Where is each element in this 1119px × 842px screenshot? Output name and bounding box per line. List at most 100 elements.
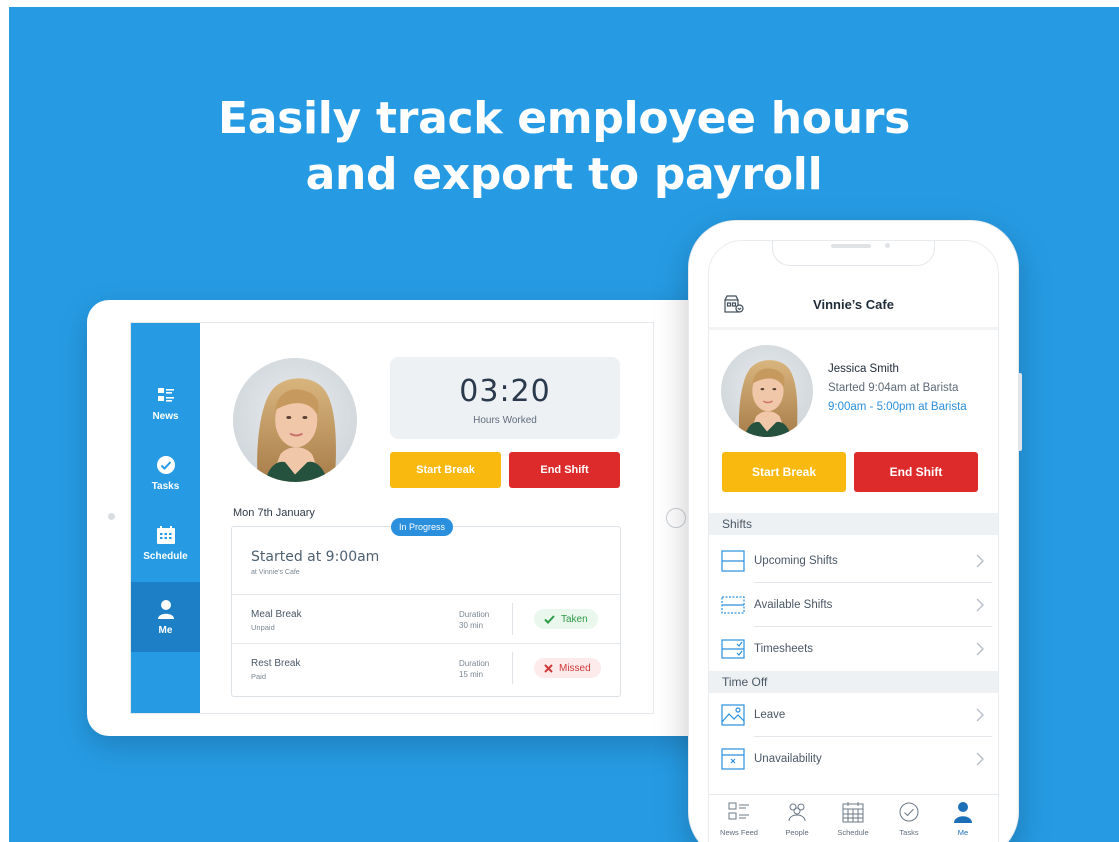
chevron-right-icon [976, 708, 984, 722]
shift-time: 9:00am - 5:00pm at Barista [828, 401, 967, 413]
tab-label: Me [957, 828, 969, 837]
timesheets-icon [721, 639, 745, 659]
tab-label: Tasks [899, 828, 919, 837]
break-name: Rest Break [251, 658, 301, 669]
tab-label: News Feed [720, 828, 758, 837]
section-header-shifts: Shifts [709, 513, 998, 535]
news-icon [155, 384, 177, 406]
list-item-unavailability[interactable]: Unavailability [709, 737, 998, 781]
chevron-right-icon [976, 642, 984, 656]
upcoming-shifts-icon [721, 550, 745, 572]
list-item-label: Leave [754, 709, 786, 721]
chevron-right-icon [976, 752, 984, 766]
break-row: Rest Break Paid Duration 15 min Missed [232, 643, 620, 693]
divider [512, 603, 513, 635]
tab-news-feed[interactable]: News Feed [712, 801, 766, 837]
tablet-device: News Tasks Schedule Me 03:20 Hours Worke… [87, 300, 727, 736]
chevron-right-icon [976, 598, 984, 612]
end-shift-button[interactable]: End Shift [854, 452, 978, 492]
check-circle-icon [155, 454, 177, 476]
list-item-label: Unavailability [754, 753, 822, 765]
list-item-upcoming-shifts[interactable]: Upcoming Shifts [709, 539, 998, 583]
sidebar-item-label: Schedule [143, 551, 188, 562]
sidebar-item-label: Me [158, 625, 173, 636]
headline-line-2: and export to payroll [305, 149, 823, 200]
list-item-timesheets[interactable]: Timesheets [709, 627, 998, 671]
divider [512, 652, 513, 684]
sidebar-item-me[interactable]: Me [131, 582, 200, 652]
speaker [831, 244, 871, 248]
start-break-button[interactable]: Start Break [722, 452, 846, 492]
location-title: Vinnie’s Cafe [813, 297, 894, 312]
shift-started: Started at 9:00am [251, 549, 380, 565]
tablet-home-dot [108, 513, 115, 520]
list-item-label: Upcoming Shifts [754, 555, 838, 567]
unavailability-icon [721, 748, 745, 770]
shift-date: Mon 7th January [233, 507, 315, 519]
phone-side-button [1018, 373, 1022, 451]
start-break-button[interactable]: Start Break [390, 452, 501, 488]
status-label: Taken [561, 613, 588, 625]
header-divider [709, 327, 998, 330]
front-camera [885, 243, 890, 248]
break-type: Unpaid [251, 623, 275, 632]
tablet-content: 03:20 Hours Worked Start Break End Shift… [200, 323, 653, 713]
sidebar-item-schedule[interactable]: Schedule [131, 508, 200, 578]
sidebar-item-label: News [152, 411, 179, 422]
employee-name: Jessica Smith [828, 363, 899, 375]
phone-device: Vinnie’s Cafe Jessica Smith Started 9:04… [688, 220, 1022, 842]
in-progress-badge: In Progress [391, 518, 454, 536]
tablet-home-button [666, 508, 686, 528]
section-header-time-off: Time Off [709, 671, 998, 693]
hours-worked-label: Hours Worked [473, 415, 537, 426]
break-name: Meal Break [251, 609, 302, 620]
break-row: Meal Break Unpaid Duration 30 min Taken [232, 594, 620, 644]
headline-line-1: Easily track employee hours [217, 93, 911, 144]
list-item-label: Timesheets [754, 643, 814, 655]
hours-worked-box: 03:20 Hours Worked [390, 357, 620, 439]
page-headline: Easily track employee hours and export t… [9, 91, 1119, 203]
break-type: Paid [251, 672, 267, 681]
list-item-leave[interactable]: Leave [709, 693, 998, 737]
tab-me[interactable]: Me [936, 801, 990, 837]
shift-started: Started 9:04am at Barista [828, 382, 959, 394]
status-label: Missed [559, 662, 591, 674]
duration-value: 30 min [459, 621, 484, 630]
duration-value: 15 min [459, 670, 484, 679]
tab-tasks[interactable]: Tasks [882, 801, 936, 837]
tab-label: People [785, 828, 809, 837]
sidebar-item-tasks[interactable]: Tasks [131, 438, 200, 508]
shift-card: Started at 9:00am at Vinnie's Cafe Meal … [231, 526, 621, 697]
phone-screen: Vinnie’s Cafe Jessica Smith Started 9:04… [708, 240, 999, 842]
people-icon [788, 803, 806, 822]
x-icon [544, 663, 553, 673]
tablet-sidebar: News Tasks Schedule Me [131, 323, 200, 713]
employee-avatar [721, 345, 813, 437]
chevron-right-icon [976, 554, 984, 568]
person-icon [954, 802, 972, 823]
sidebar-item-news[interactable]: News [131, 368, 200, 438]
list-item-available-shifts[interactable]: Available Shifts [709, 583, 998, 627]
news-feed-icon [728, 802, 749, 820]
list-item-label: Available Shifts [754, 599, 833, 611]
available-shifts-icon [721, 596, 745, 614]
phone-notch [772, 241, 935, 266]
duration-label: Duration [459, 610, 490, 619]
hours-worked-value: 03:20 [459, 374, 551, 409]
tab-schedule[interactable]: Schedule [826, 801, 880, 837]
check-circle-icon [899, 802, 919, 822]
person-icon [155, 598, 177, 620]
leave-icon [721, 704, 745, 726]
tab-label: Schedule [837, 828, 869, 837]
shift-location: at Vinnie's Cafe [251, 569, 300, 576]
tab-people[interactable]: People [770, 801, 824, 837]
status-badge: Missed [534, 658, 601, 678]
sidebar-item-label: Tasks [151, 481, 180, 492]
check-icon [544, 614, 555, 624]
calendar-icon [842, 802, 864, 823]
end-shift-button[interactable]: End Shift [509, 452, 620, 488]
calendar-icon [155, 524, 177, 546]
bottom-tab-bar: News Feed People Schedule Tasks Me [709, 794, 998, 842]
employee-avatar [233, 358, 357, 482]
duration-label: Duration [459, 659, 490, 668]
